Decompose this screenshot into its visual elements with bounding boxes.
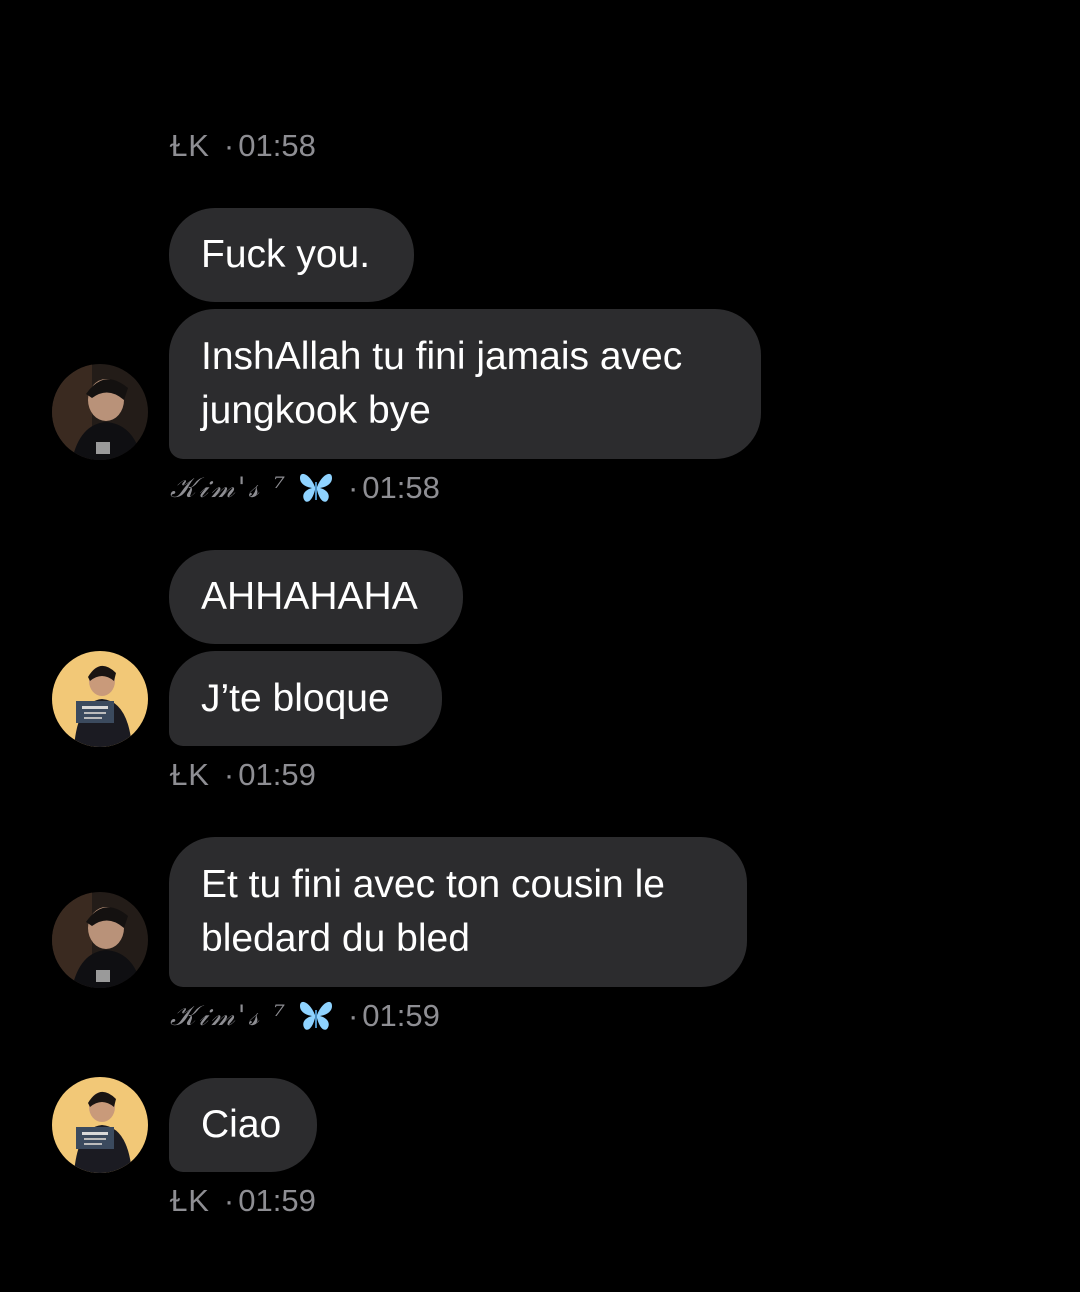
message-bubble[interactable]: InshAllah tu fini jamais avec jungkook b… bbox=[169, 309, 761, 459]
avatar[interactable] bbox=[52, 892, 148, 988]
avatar-image bbox=[52, 651, 148, 747]
butterfly-icon bbox=[298, 1000, 334, 1032]
avatar[interactable] bbox=[52, 364, 148, 460]
separator-dot: · bbox=[223, 1183, 235, 1218]
message-time: 01:59 bbox=[238, 1183, 316, 1218]
sender-name: 𝒦𝒾𝓂'𝓈 ⁷ bbox=[170, 999, 288, 1032]
separator-dot: · bbox=[347, 470, 359, 505]
message-text: J’te bloque bbox=[201, 676, 390, 720]
message-bubble[interactable]: Fuck you. bbox=[169, 208, 414, 302]
message-text: InshAllah tu fini jamais avec jungkook b… bbox=[201, 335, 683, 432]
sender-name: 𝒦𝒾𝓂'𝓈 ⁷ bbox=[170, 471, 288, 504]
message-meta: ⱢK · 01:59 bbox=[170, 755, 316, 795]
avatar[interactable] bbox=[52, 651, 148, 747]
message-meta: 𝒦𝒾𝓂'𝓈 ⁷ · 01:59 bbox=[170, 996, 440, 1036]
message-meta: 𝒦𝒾𝓂'𝓈 ⁷ · 01:58 bbox=[170, 468, 440, 508]
message-text: Fuck you. bbox=[201, 233, 371, 276]
message-bubble[interactable]: Ciao bbox=[169, 1078, 317, 1172]
message-bubble[interactable]: Et tu fini avec ton cousin le bledard du… bbox=[169, 837, 747, 987]
sender-name: ⱢK bbox=[170, 128, 210, 163]
message-time: 01:58 bbox=[238, 128, 316, 163]
message-time: 01:59 bbox=[362, 998, 440, 1033]
avatar-image bbox=[52, 364, 148, 460]
sender-name: ⱢK bbox=[170, 1183, 210, 1218]
message-bubble[interactable]: AHHAHAHA bbox=[169, 550, 463, 644]
separator-dot: · bbox=[223, 757, 235, 792]
message-text: Et tu fini avec ton cousin le bledard du… bbox=[201, 863, 665, 960]
message-meta: ⱢK · 01:59 bbox=[170, 1181, 316, 1221]
message-bubble[interactable]: J’te bloque bbox=[169, 651, 442, 746]
message-meta: ⱢK · 01:58 bbox=[170, 126, 316, 166]
message-time: 01:59 bbox=[238, 757, 316, 792]
avatar[interactable] bbox=[52, 1077, 148, 1173]
message-text: Ciao bbox=[201, 1103, 282, 1146]
message-text: AHHAHAHA bbox=[201, 575, 418, 618]
separator-dot: · bbox=[347, 998, 359, 1033]
avatar-image bbox=[52, 1077, 148, 1173]
sender-name: ⱢK bbox=[170, 757, 210, 792]
message-time: 01:58 bbox=[362, 470, 440, 505]
butterfly-icon bbox=[298, 472, 334, 504]
avatar-image bbox=[52, 892, 148, 988]
separator-dot: · bbox=[223, 128, 235, 163]
